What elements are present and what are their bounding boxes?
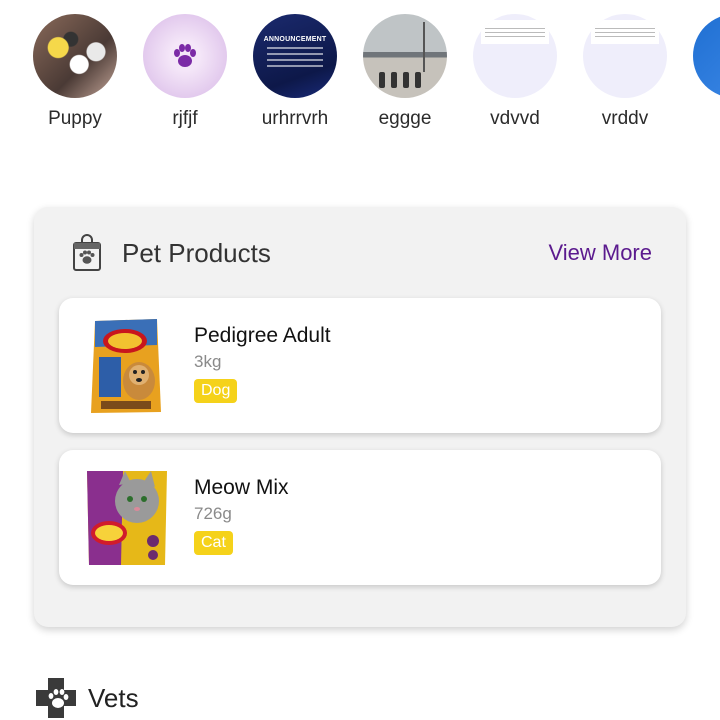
story-label: Puppy — [48, 108, 102, 129]
product-image-cat-food — [87, 471, 167, 565]
story-avatar[interactable] — [363, 14, 447, 98]
text-line — [485, 36, 545, 37]
vets-title: Vets — [88, 682, 139, 713]
story-avatar[interactable] — [143, 14, 227, 98]
story-label: vdvvd — [490, 108, 540, 129]
text-line — [595, 28, 655, 29]
story-label: eggge — [378, 108, 432, 129]
story-avatar[interactable] — [473, 14, 557, 98]
announcement-text: ANNOUNCEMENT — [263, 36, 327, 43]
paw-icon — [174, 44, 196, 67]
product-info: Meow Mix 726g Cat — [194, 476, 289, 555]
text-line — [485, 32, 545, 33]
story-label: rjfjf — [172, 108, 198, 129]
story-item-eggge[interactable]: eggge — [350, 14, 460, 130]
product-weight: 726g — [194, 504, 232, 523]
pole-graphic — [423, 22, 425, 72]
story-avatar[interactable] — [33, 14, 117, 98]
story-item-hc[interactable]: hc — [680, 14, 720, 130]
pet-products-title: Pet Products — [122, 237, 271, 268]
product-weight: 3kg — [194, 352, 222, 371]
text-line — [267, 59, 323, 61]
product-name: Pedigree Adult — [194, 324, 331, 347]
person-graphic — [391, 72, 397, 88]
product-tag: Cat — [194, 531, 233, 555]
view-more-link[interactable]: View More — [548, 240, 652, 266]
story-avatar[interactable] — [693, 14, 720, 98]
product-image-dog-food — [91, 319, 161, 413]
story-avatar[interactable]: ANNOUNCEMENT — [253, 14, 337, 98]
text-line — [267, 47, 323, 49]
text-line — [267, 65, 323, 67]
shopping-bag-icon — [73, 234, 101, 271]
person-graphic — [379, 72, 385, 88]
vet-cross-paw-icon — [36, 678, 76, 718]
story-item-vrddv[interactable]: vrddv — [570, 14, 680, 130]
text-line — [267, 53, 323, 55]
story-item-puppy[interactable]: Puppy — [20, 14, 130, 130]
person-graphic — [403, 72, 409, 88]
text-line — [595, 32, 655, 33]
product-item-pedigree[interactable]: Pedigree Adult 3kg Dog — [59, 298, 661, 433]
story-avatar[interactable] — [583, 14, 667, 98]
product-info: Pedigree Adult 3kg Dog — [194, 324, 331, 403]
story-label: urhrrvrh — [261, 108, 329, 129]
story-item-vdvvd[interactable]: vdvvd — [460, 14, 570, 130]
blue-thumbnail — [693, 14, 720, 98]
pet-products-header: Pet Products View More — [72, 231, 652, 275]
person-graphic — [415, 72, 421, 88]
text-line — [595, 36, 655, 37]
stories-row: Puppy rjfjf ANNOUNCEMENT urhrrvrh eggge … — [0, 0, 720, 140]
pet-products-card: Pet Products View More Pedigree Adult 3k… — [34, 207, 686, 627]
product-tag: Dog — [194, 379, 238, 403]
vets-section-header: Vets — [34, 676, 139, 720]
text-line — [485, 28, 545, 29]
product-name: Meow Mix — [194, 476, 289, 499]
story-item-rjfjf[interactable]: rjfjf — [130, 14, 240, 130]
story-item-urhrrvrh[interactable]: ANNOUNCEMENT urhrrvrh — [240, 14, 350, 130]
story-label: vrddv — [601, 108, 649, 129]
product-item-meow-mix[interactable]: Meow Mix 726g Cat — [59, 450, 661, 585]
